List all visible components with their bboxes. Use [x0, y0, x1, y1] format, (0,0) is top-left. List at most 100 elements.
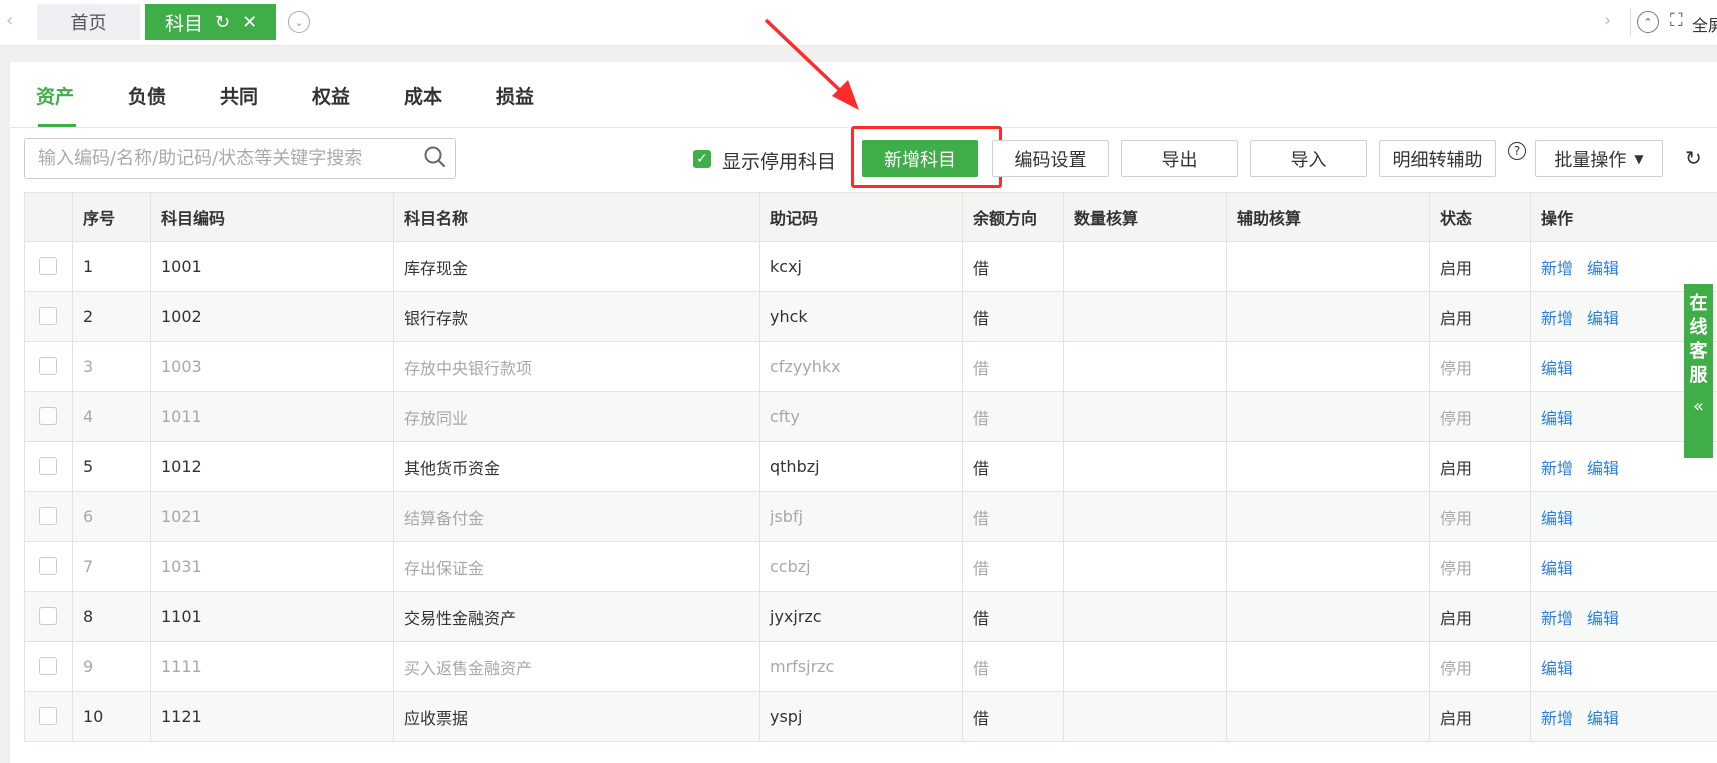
chevron-up-icon[interactable]: ⌃	[1637, 11, 1659, 33]
refresh-icon[interactable]: ↻	[1685, 146, 1702, 170]
tab-cost[interactable]: 成本	[404, 82, 442, 109]
row-edit-link[interactable]: 编辑	[1587, 309, 1619, 328]
active-tab-underline	[38, 124, 76, 127]
chevron-down-icon[interactable]: ⌄	[288, 11, 310, 33]
column-header[interactable]: 余额方向	[962, 192, 1064, 242]
row-edit-link[interactable]: 编辑	[1587, 609, 1619, 628]
row-add-link[interactable]: 新增	[1541, 459, 1573, 478]
row-checkbox[interactable]	[39, 557, 57, 575]
table-cell: 借	[962, 691, 1064, 742]
close-tab-icon[interactable]: ✕	[242, 12, 257, 33]
tab-subjects[interactable]: 科目 ↻ ✕	[145, 4, 276, 40]
row-edit-link[interactable]: 编辑	[1587, 259, 1619, 278]
tab-profit-loss[interactable]: 损益	[496, 82, 534, 109]
row-edit-link[interactable]: 编辑	[1541, 409, 1573, 428]
table-cell: 9	[72, 641, 151, 692]
table-cell: 10	[72, 691, 151, 742]
column-header[interactable]: 操作	[1530, 192, 1717, 242]
tab-liabilities[interactable]: 负债	[128, 82, 166, 109]
show-disabled-checkbox[interactable]: ✓	[693, 150, 711, 168]
row-edit-link[interactable]: 编辑	[1541, 509, 1573, 528]
highlight-box	[851, 126, 1002, 188]
row-checkbox[interactable]	[39, 507, 57, 525]
tab-assets[interactable]: 资产	[36, 82, 74, 109]
batch-operation-dropdown[interactable]: 批量操作 ▼	[1535, 140, 1663, 177]
row-checkbox-cell	[24, 541, 73, 592]
row-add-link[interactable]: 新增	[1541, 309, 1573, 328]
row-checkbox[interactable]	[39, 707, 57, 725]
table-cell: mrfsjrzc	[759, 641, 963, 692]
table-cell	[1063, 541, 1227, 592]
table-cell: 1001	[150, 241, 394, 292]
row-checkbox[interactable]	[39, 257, 57, 275]
batch-operation-label: 批量操作	[1554, 149, 1627, 171]
online-service-panel[interactable]: 在线客服 «	[1684, 284, 1713, 458]
table-cell	[1226, 691, 1430, 742]
detail-to-aux-button[interactable]: 明细转辅助	[1379, 140, 1496, 177]
help-icon[interactable]: ?	[1508, 142, 1526, 160]
category-tabs: 资产 负债 共同 权益 成本 损益	[10, 62, 1717, 128]
row-checkbox[interactable]	[39, 657, 57, 675]
fullscreen-label[interactable]: 全屏	[1692, 12, 1717, 36]
column-header[interactable]: 辅助核算	[1226, 192, 1430, 242]
table-cell: 8	[72, 591, 151, 642]
table-cell: yhck	[759, 291, 963, 342]
table-cell: 2	[72, 291, 151, 342]
row-actions: 编辑	[1530, 541, 1717, 592]
tab-equity[interactable]: 权益	[312, 82, 350, 109]
table-cell	[1226, 341, 1430, 392]
row-checkbox[interactable]	[39, 607, 57, 625]
table-cell: kcxj	[759, 241, 963, 292]
export-button[interactable]: 导出	[1121, 140, 1238, 177]
column-header[interactable]: 科目名称	[393, 192, 760, 242]
row-checkbox[interactable]	[39, 457, 57, 475]
row-checkbox[interactable]	[39, 357, 57, 375]
code-settings-button[interactable]: 编码设置	[992, 140, 1109, 177]
table-cell: 1021	[150, 491, 394, 542]
row-edit-link[interactable]: 编辑	[1541, 359, 1573, 378]
column-header[interactable]: 状态	[1429, 192, 1531, 242]
fullscreen-icon[interactable]: ⛶	[1670, 10, 1683, 31]
table-header-row: 序号 科目编码 科目名称 助记码 余额方向 数量核算 辅助核算 状态 操作	[24, 192, 1717, 242]
import-button[interactable]: 导入	[1250, 140, 1367, 177]
table-cell	[1063, 291, 1227, 342]
row-checkbox[interactable]	[39, 307, 57, 325]
show-disabled-label[interactable]: 显示停用科目	[722, 147, 836, 174]
table-cell	[1063, 491, 1227, 542]
row-edit-link[interactable]: 编辑	[1541, 659, 1573, 678]
table-cell: jsbfj	[759, 491, 963, 542]
row-add-link[interactable]: 新增	[1541, 709, 1573, 728]
row-checkbox[interactable]	[39, 407, 57, 425]
refresh-tab-icon[interactable]: ↻	[215, 12, 230, 33]
table-cell	[1063, 391, 1227, 442]
row-edit-link[interactable]: 编辑	[1541, 559, 1573, 578]
header-checkbox-cell	[24, 192, 73, 242]
table-cell	[1226, 541, 1430, 592]
double-chevron-left-icon[interactable]: «	[1693, 396, 1704, 417]
table-cell: 停用	[1429, 641, 1531, 692]
row-edit-link[interactable]: 编辑	[1587, 459, 1619, 478]
table-cell	[1063, 641, 1227, 692]
table-cell: 存出保证金	[393, 541, 760, 592]
column-header[interactable]: 序号	[72, 192, 151, 242]
row-edit-link[interactable]: 编辑	[1587, 709, 1619, 728]
row-add-link[interactable]: 新增	[1541, 259, 1573, 278]
search-icon[interactable]	[423, 145, 447, 169]
table-row: 5 1012 其他货币资金 qthbzj 借 启用 新增 编辑	[24, 441, 1717, 492]
row-add-link[interactable]: 新增	[1541, 609, 1573, 628]
column-header[interactable]: 助记码	[759, 192, 963, 242]
search-input[interactable]	[25, 139, 415, 178]
table-cell: 1002	[150, 291, 394, 342]
row-checkbox-cell	[24, 641, 73, 692]
table-cell: 启用	[1429, 441, 1531, 492]
tab-home[interactable]: 首页	[37, 4, 140, 40]
table-cell	[1063, 341, 1227, 392]
table-cell	[1063, 441, 1227, 492]
table-row: 2 1002 银行存款 yhck 借 启用 新增 编辑	[24, 291, 1717, 342]
row-actions: 编辑	[1530, 641, 1717, 692]
tab-common[interactable]: 共同	[220, 82, 258, 109]
scroll-right-icon[interactable]: ›	[1604, 10, 1611, 31]
column-header[interactable]: 科目编码	[150, 192, 394, 242]
scroll-left-icon[interactable]: ‹	[6, 10, 13, 31]
column-header[interactable]: 数量核算	[1063, 192, 1227, 242]
